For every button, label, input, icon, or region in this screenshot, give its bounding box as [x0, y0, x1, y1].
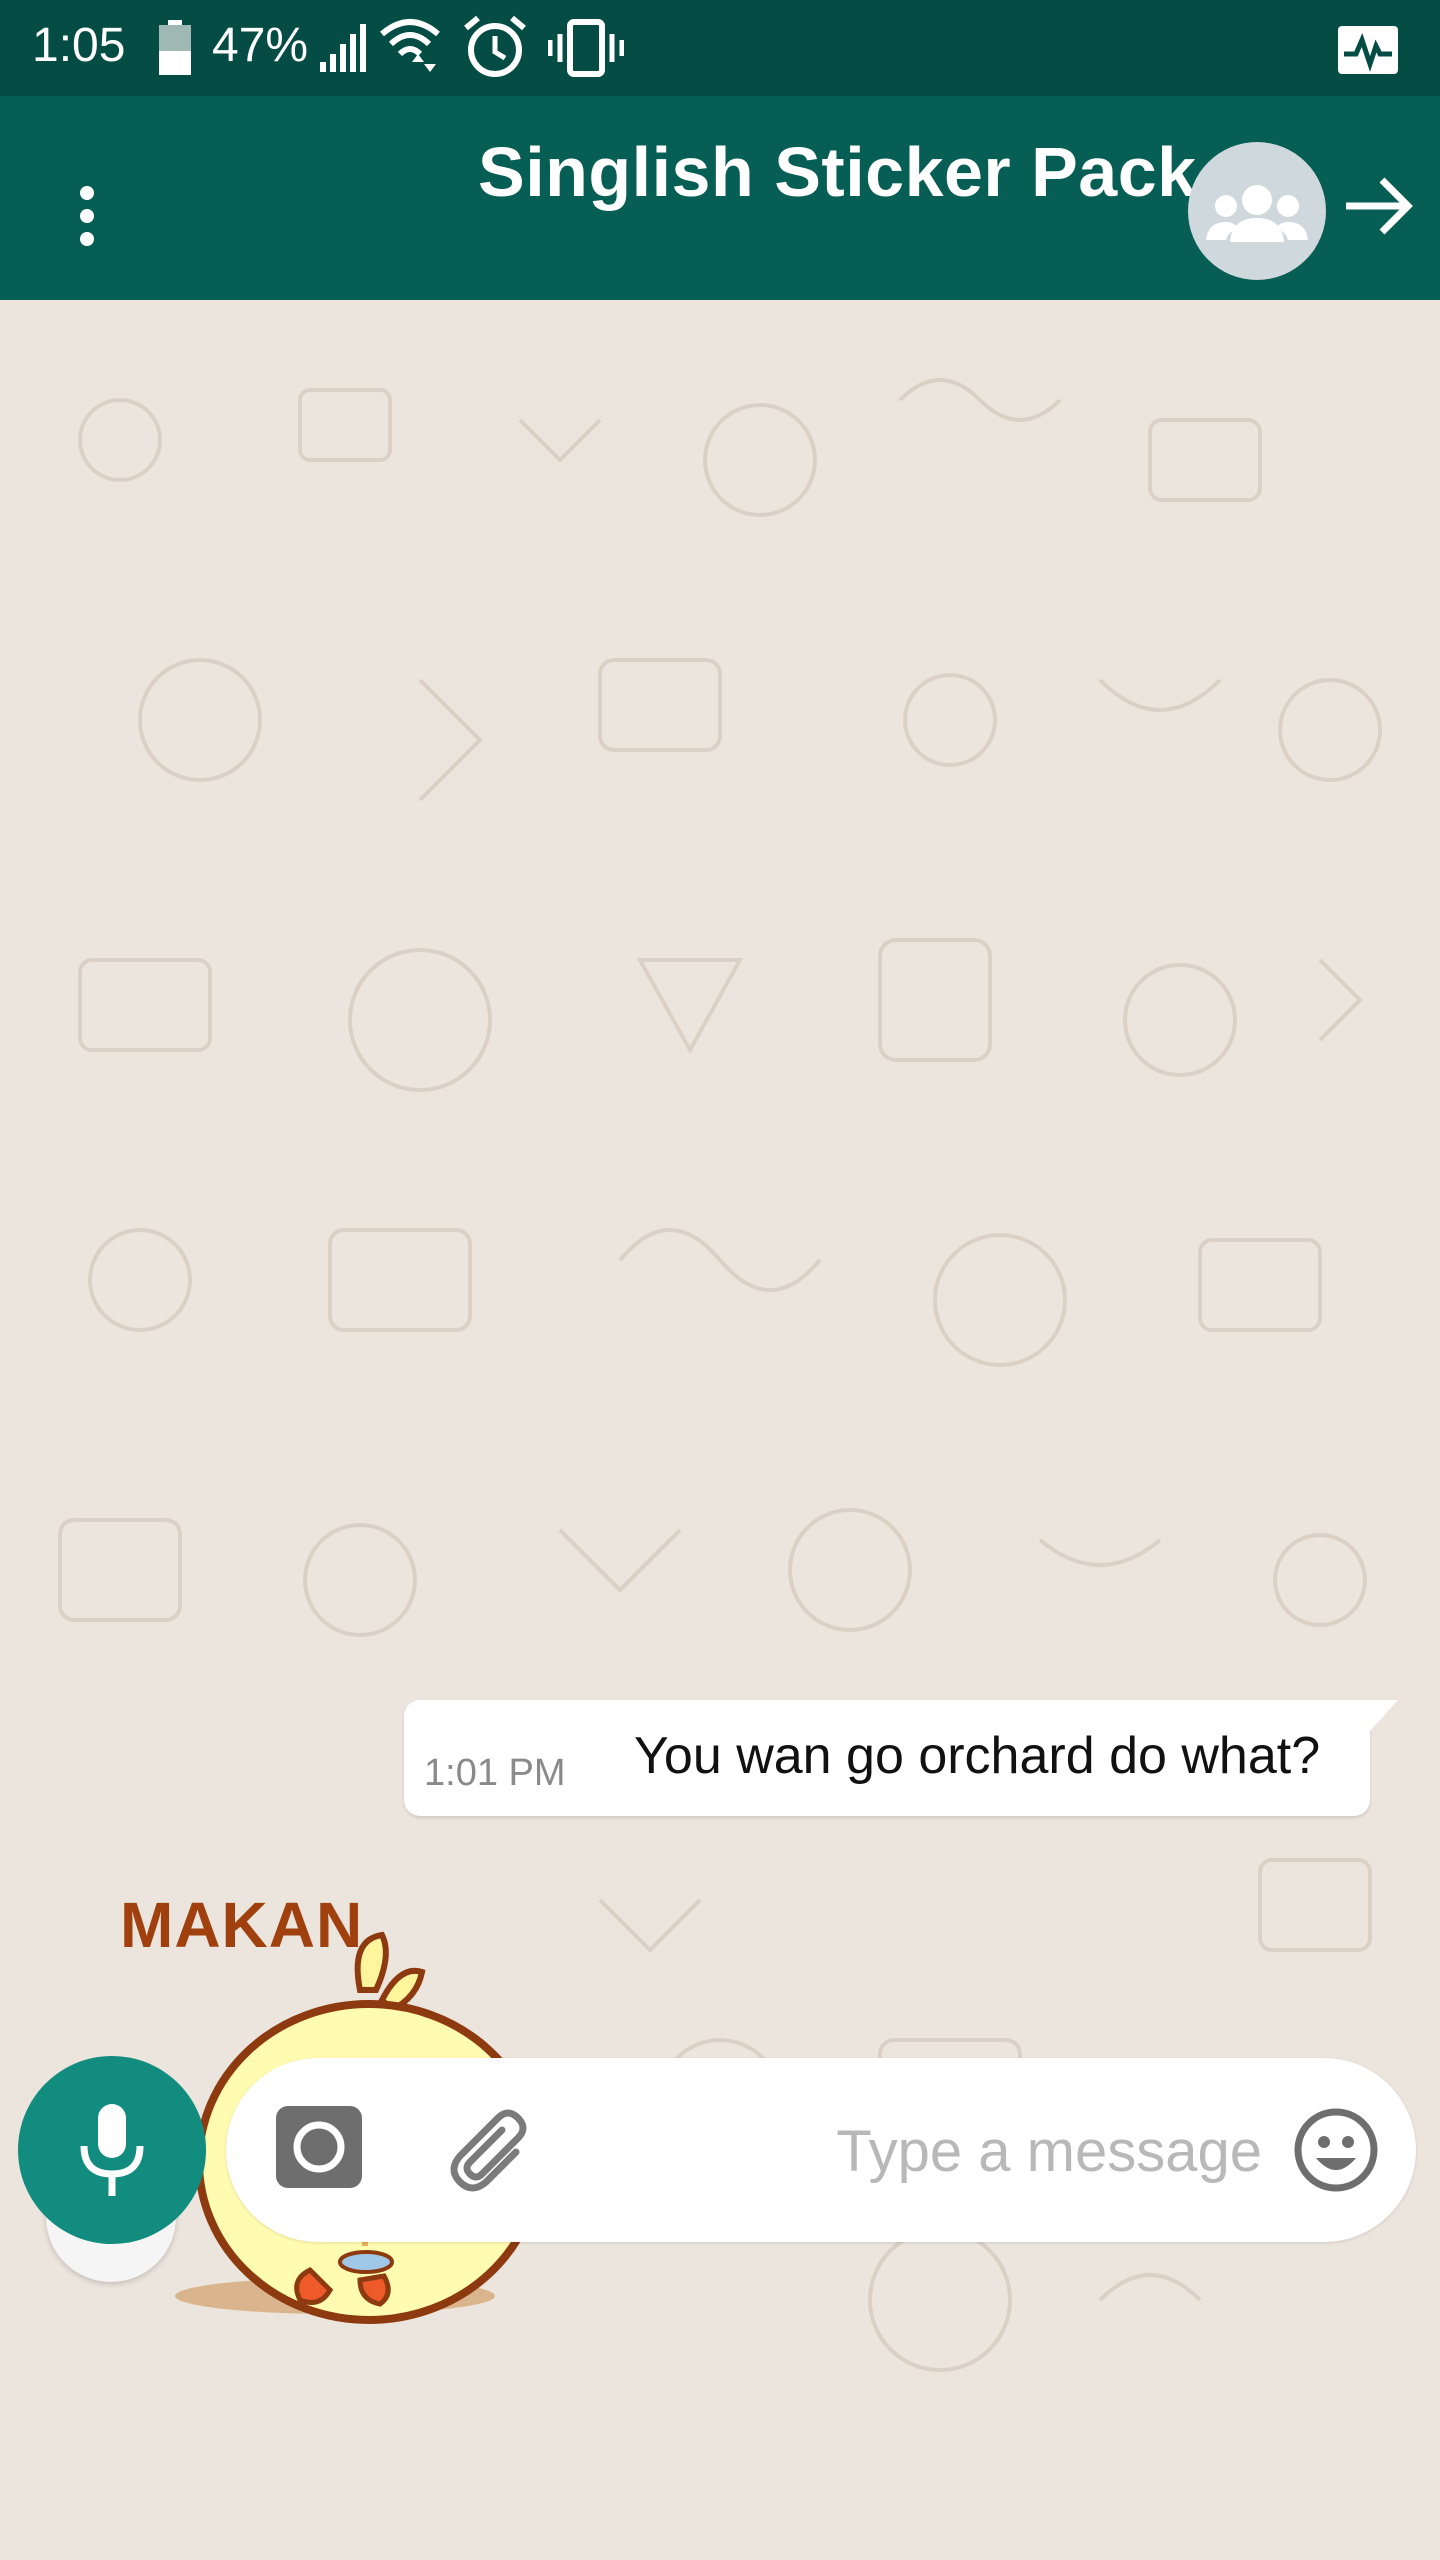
app-bar: Singlish Sticker Pack	[0, 96, 1440, 300]
group-avatar-icon[interactable]	[1188, 142, 1326, 280]
attach-icon[interactable]	[446, 2104, 536, 2194]
message-time: 1:01 PM	[424, 1752, 566, 1794]
battery-icon	[159, 20, 191, 75]
status-bar: 1:05 47%	[0, 0, 1440, 96]
status-time: 1:05	[32, 19, 126, 72]
camera-icon[interactable]	[276, 2106, 362, 2188]
message-input[interactable]	[780, 2100, 1264, 2202]
more-vert-icon[interactable]	[60, 176, 116, 256]
mic-button[interactable]	[18, 2056, 206, 2244]
page-title: Singlish Sticker Pack	[478, 133, 1197, 211]
alarm-icon	[464, 15, 526, 77]
vibrate-icon	[548, 19, 624, 77]
mic-icon	[80, 2104, 144, 2196]
arrow-forward-icon[interactable]	[1338, 166, 1418, 246]
wifi-icon	[380, 19, 440, 72]
emoji-icon[interactable]	[1292, 2106, 1380, 2194]
battery-percent: 47%	[212, 19, 309, 72]
signal-icon	[320, 24, 366, 72]
activity-monitor-icon	[1338, 26, 1398, 74]
message-text: You wan go orchard do what?	[634, 1727, 1321, 1785]
bubble-tail	[1352, 1700, 1398, 1740]
